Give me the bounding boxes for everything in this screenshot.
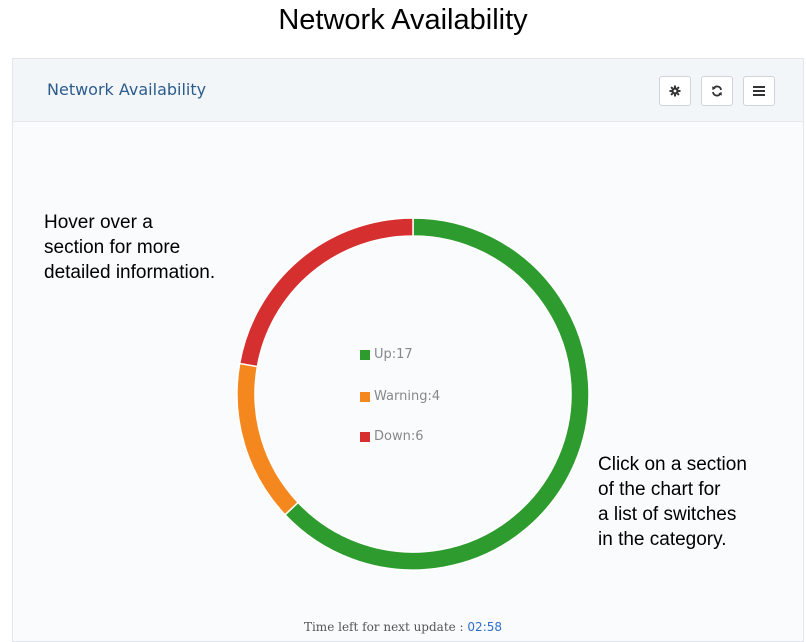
update-timer-value: 02:58 xyxy=(467,620,503,634)
click-instruction-line: Click on a section xyxy=(598,454,747,475)
hover-instruction-line: Hover over a xyxy=(44,212,153,233)
legend-up: Up:17 xyxy=(360,347,413,362)
legend-label-down: Down:6 xyxy=(374,429,424,444)
legend-swatch-up xyxy=(360,349,370,360)
click-instruction-line: of the chart for xyxy=(598,479,721,500)
legend-warning: Warning:4 xyxy=(360,389,440,404)
hover-instruction-line: section for more xyxy=(44,237,181,258)
hover-instruction: Hover over a section for more detailed i… xyxy=(44,210,304,285)
legend-swatch-warning xyxy=(360,391,370,402)
update-timer-label: Time left for next update : xyxy=(303,620,468,634)
legend-label-up: Up:17 xyxy=(374,347,413,362)
click-instruction-line: in the category. xyxy=(598,529,727,550)
click-instruction-line: a list of switches xyxy=(598,504,737,525)
donut-slice-warning[interactable] xyxy=(236,362,300,516)
update-timer-footer: Time left for next update : 02:58 xyxy=(0,620,806,634)
page: Network Availability Network Availabilit… xyxy=(0,0,806,642)
legend-down: Down:6 xyxy=(360,429,424,444)
click-instruction: Click on a section of the chart for a li… xyxy=(598,452,804,552)
legend-label-warning: Warning:4 xyxy=(374,389,441,404)
hover-instruction-line: detailed information. xyxy=(44,262,216,283)
legend-swatch-down xyxy=(360,431,370,442)
